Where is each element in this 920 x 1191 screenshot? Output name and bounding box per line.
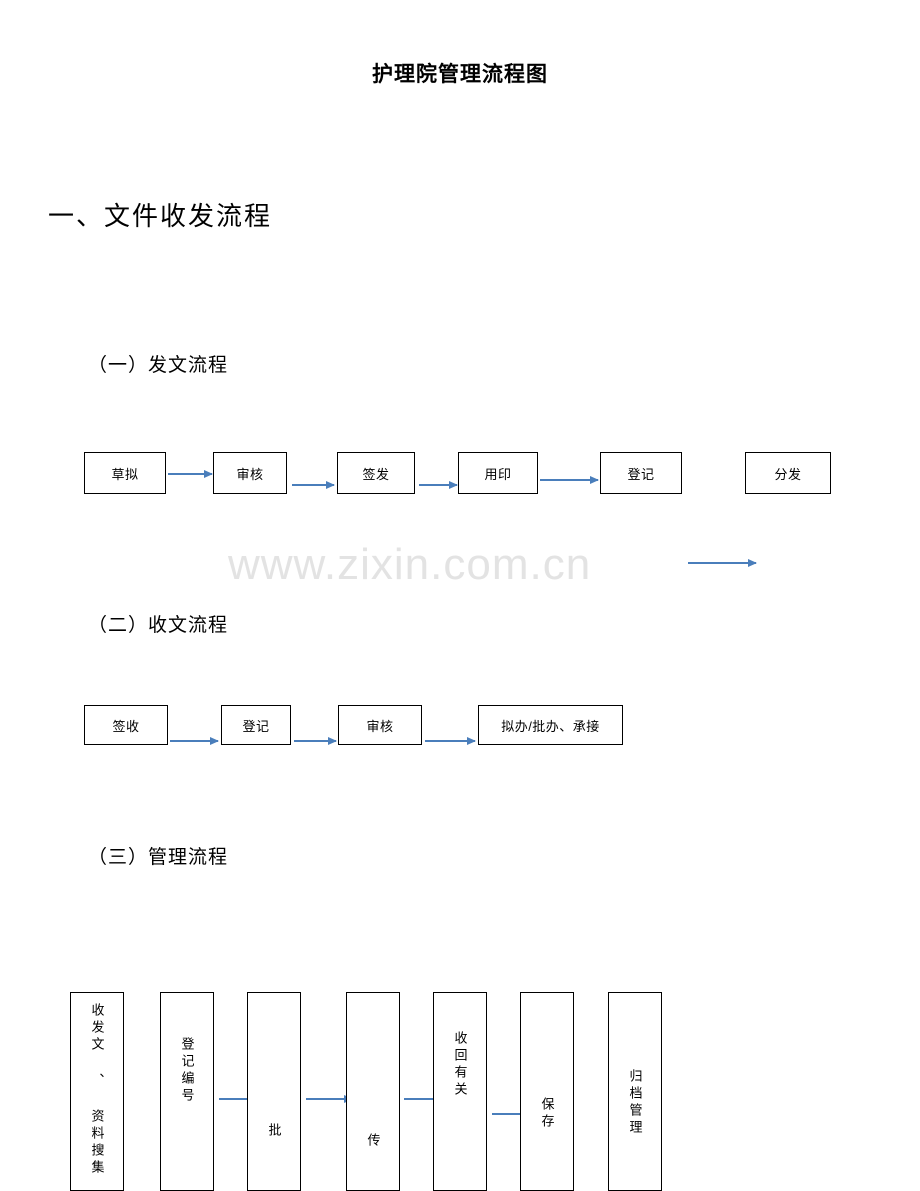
flow-box-manage-4: 传: [346, 992, 400, 1191]
section-heading: 一、文件收发流程: [48, 202, 273, 231]
flow-box-manage-7: 归档管理: [608, 992, 662, 1191]
flow-box-manage-1: 收发文 、 资料搜集: [70, 992, 124, 1191]
arrow-dispatch-1: [168, 469, 213, 478]
flow-box-receive-1: 签收: [84, 705, 168, 745]
document-page: 护理院管理流程图 一、文件收发流程 （一）发文流程 草拟 审核 签发 用印 登记…: [0, 0, 920, 1191]
flow-box-receive-2: 登记: [221, 705, 291, 745]
arrow-dispatch-2: [292, 480, 335, 489]
flow-box-dispatch-3: 签发: [337, 452, 415, 494]
watermark: www.zixin.com.cn: [228, 540, 592, 589]
flow-box-manage-6: 保存: [520, 992, 574, 1191]
flow-box-dispatch-2: 审核: [213, 452, 287, 494]
arrow-dispatch-6: [688, 558, 757, 567]
flow-box-manage-3: 批: [247, 992, 301, 1191]
flow-box-dispatch-4: 用印: [458, 452, 538, 494]
subheading-dispatch: （一）发文流程: [88, 355, 229, 376]
arrow-receive-3: [425, 736, 476, 745]
flow-box-dispatch-6: 分发: [745, 452, 831, 494]
subheading-manage: （三）管理流程: [88, 847, 229, 868]
arrow-receive-1: [170, 736, 219, 745]
flow-box-dispatch-1: 草拟: [84, 452, 166, 494]
arrow-receive-2: [294, 736, 337, 745]
flow-box-receive-3: 审核: [338, 705, 422, 745]
subheading-receive: （二）收文流程: [88, 615, 229, 636]
flow-box-receive-4: 拟办/批办、承接: [478, 705, 623, 745]
arrow-dispatch-3: [419, 480, 458, 489]
flow-box-manage-2: 登记编号: [160, 992, 214, 1191]
flow-box-manage-5: 收回有关: [433, 992, 487, 1191]
page-title: 护理院管理流程图: [372, 63, 548, 86]
flow-box-dispatch-5: 登记: [600, 452, 682, 494]
arrow-dispatch-4: [540, 475, 599, 484]
